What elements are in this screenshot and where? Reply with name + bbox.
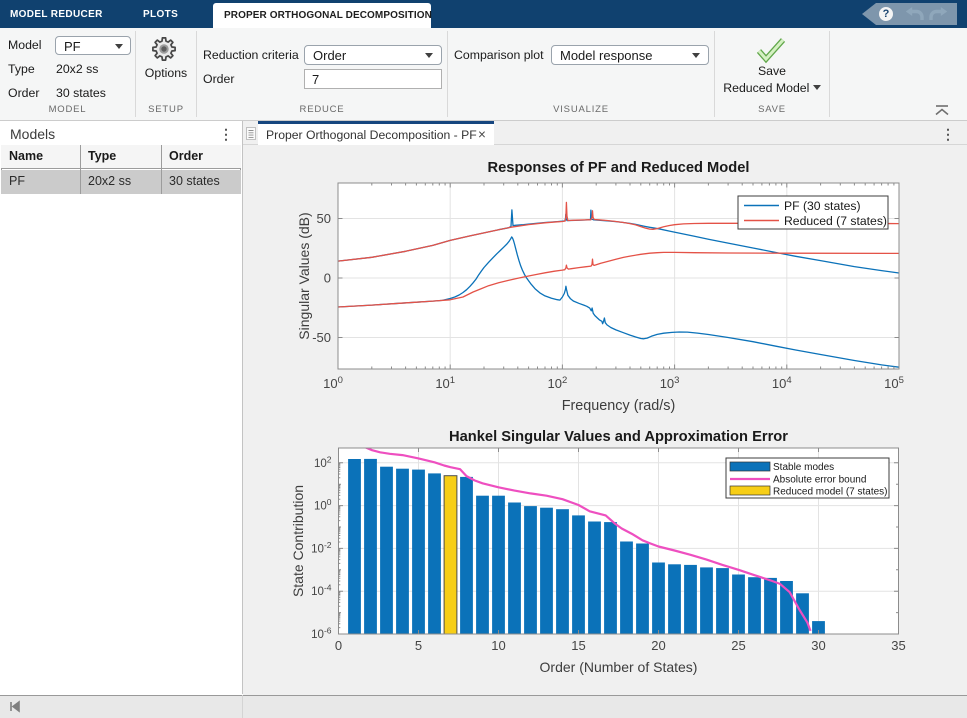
svg-text:0: 0 [324,271,331,286]
svg-text:Hankel Singular Values and App: Hankel Singular Values and Approximation… [449,429,788,445]
svg-text:Absolute error bound: Absolute error bound [773,475,866,486]
svg-text:20: 20 [651,638,665,653]
svg-text:Singular Values (dB): Singular Values (dB) [296,212,312,339]
svg-text:Frequency (rad/s): Frequency (rad/s) [562,398,676,414]
svg-text:Order (Number of States): Order (Number of States) [540,659,698,675]
svg-text:0: 0 [335,638,342,653]
svg-text:5: 5 [415,638,422,653]
svg-text:Reduced (7 states): Reduced (7 states) [784,214,887,228]
svg-text:15: 15 [571,638,585,653]
svg-text:Stable modes: Stable modes [773,462,834,473]
svg-text:PF (30 states): PF (30 states) [784,199,861,213]
svg-text:Responses of PF and Reduced Mo: Responses of PF and Reduced Model [488,160,750,176]
svg-text:10: 10 [491,638,505,653]
svg-text:35: 35 [891,638,905,653]
svg-text:25: 25 [731,638,745,653]
svg-text:State Contribution: State Contribution [290,485,306,597]
svg-text:-50: -50 [312,330,331,345]
svg-text:Reduced model (7 states): Reduced model (7 states) [773,487,888,498]
svg-text:30: 30 [811,638,825,653]
svg-text:50: 50 [317,211,331,226]
